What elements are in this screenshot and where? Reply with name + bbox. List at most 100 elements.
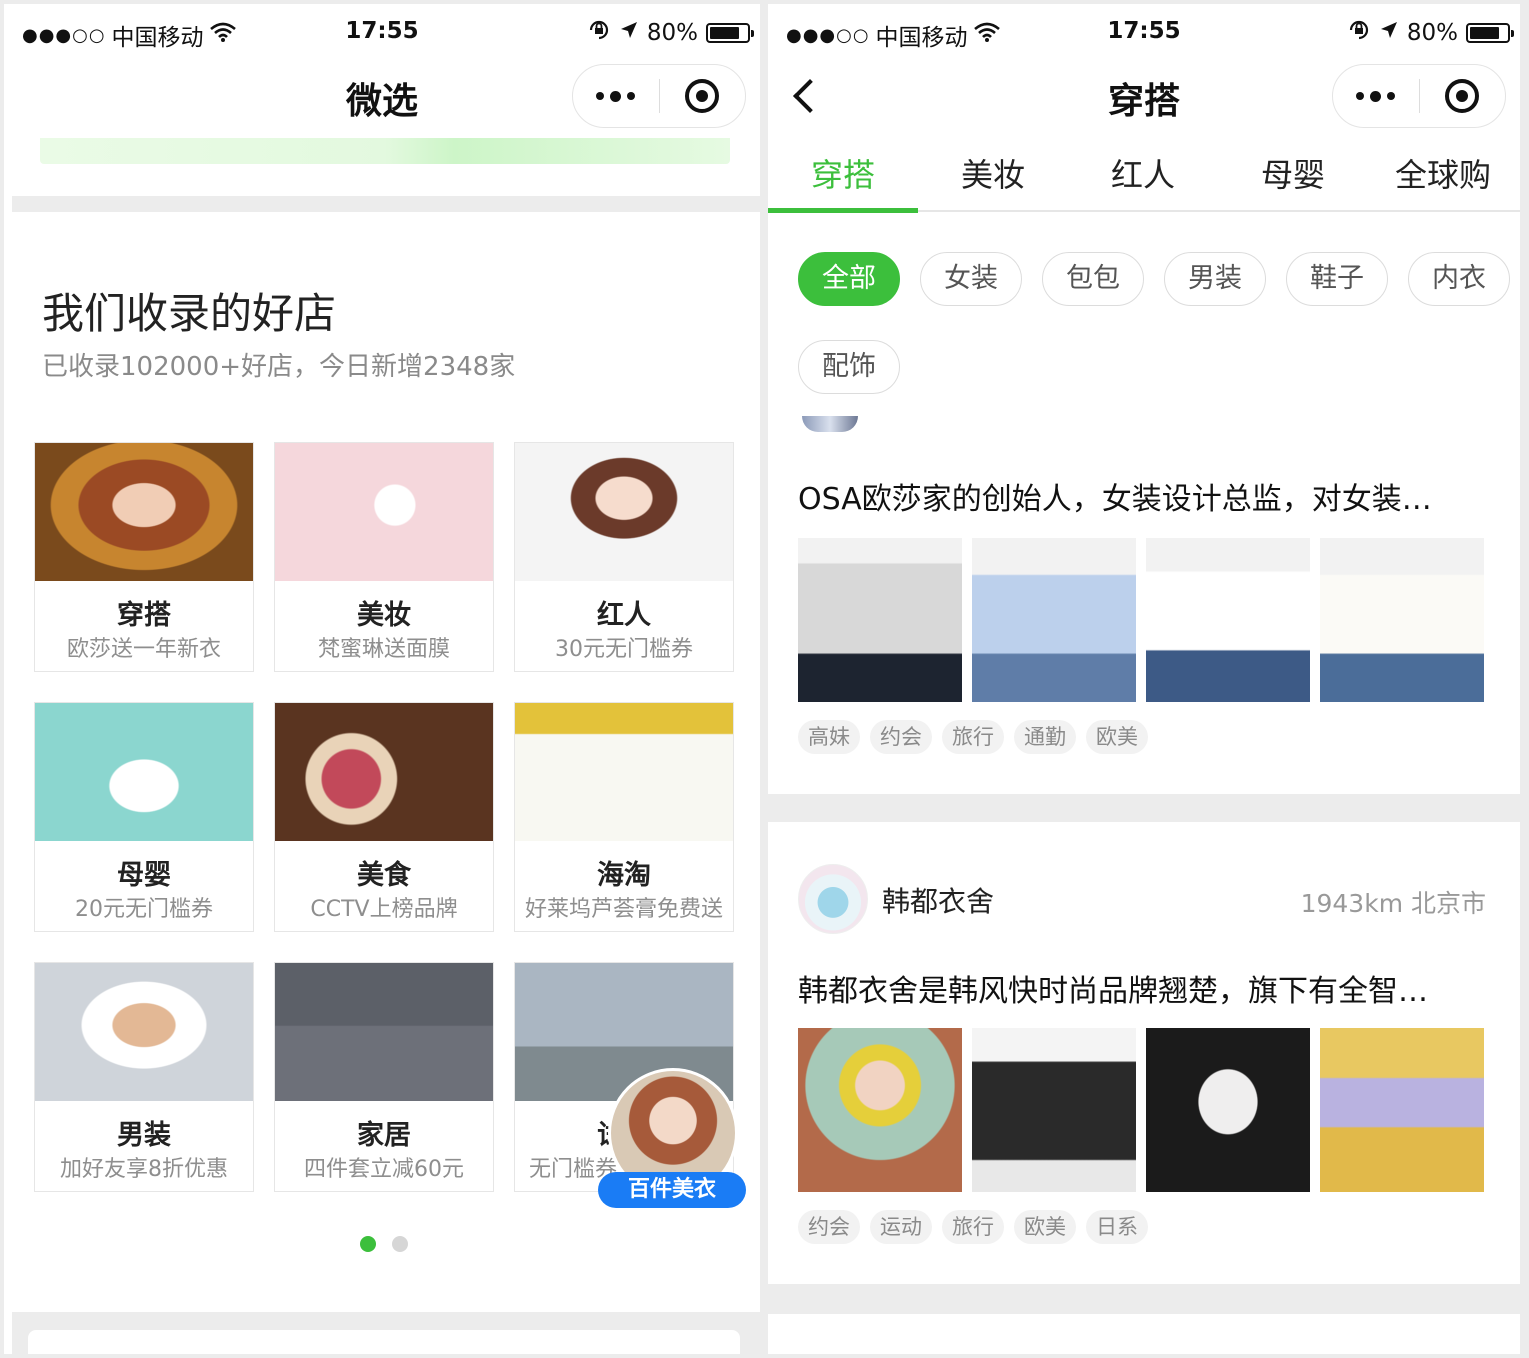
tab-muying[interactable]: 母婴	[1218, 140, 1368, 212]
product-image[interactable]	[798, 1028, 962, 1192]
post-image-row	[798, 1028, 1484, 1192]
category-title: 家居	[357, 1120, 411, 1151]
category-photo	[515, 443, 733, 581]
filter-chip-mens[interactable]: 男装	[1164, 252, 1266, 306]
pager-dot[interactable]	[392, 1236, 408, 1252]
category-card-muying[interactable]: 母婴 20元无门槛券	[34, 702, 254, 932]
pager-dot-active[interactable]	[360, 1236, 376, 1252]
product-image[interactable]	[1320, 538, 1484, 702]
close-mini-program-button[interactable]	[660, 65, 746, 127]
post-image-row	[798, 538, 1484, 702]
category-title: 海淘	[597, 860, 651, 891]
tab-hongren[interactable]: 红人	[1068, 140, 1218, 212]
location-arrow-icon	[1379, 20, 1399, 46]
tag-chip[interactable]: 旅行	[942, 1210, 1004, 1244]
target-circle-icon	[685, 79, 720, 113]
product-image[interactable]	[972, 1028, 1136, 1192]
category-photo	[35, 443, 253, 581]
status-bar: ●●●○○ 中国移动 17:55 80%	[768, 18, 1520, 52]
category-photo	[515, 703, 733, 841]
product-image[interactable]	[972, 538, 1136, 702]
more-menu-button[interactable]	[1333, 65, 1419, 127]
more-menu-button[interactable]	[573, 65, 659, 127]
category-tabs: 穿搭 美妆 红人 母婴 全球购	[768, 140, 1520, 213]
category-photo	[275, 443, 493, 581]
post-tags: 约会 运动 旅行 欧美 日系	[798, 1210, 1148, 1244]
tab-quanqiugou[interactable]: 全球购	[1368, 140, 1518, 212]
shop-distance: 1943km 北京市	[1300, 889, 1486, 918]
promo-label: 百件美衣	[598, 1172, 746, 1208]
category-card-jiaju[interactable]: 家居 四件套立减60元	[274, 962, 494, 1192]
product-image[interactable]	[798, 538, 962, 702]
tag-chip[interactable]: 约会	[798, 1210, 860, 1244]
category-subtitle: 四件套立减60元	[304, 1157, 464, 1182]
category-card-chuanda[interactable]: 穿搭 欧莎送一年新衣	[34, 442, 254, 672]
tag-chip[interactable]: 通勤	[1014, 720, 1076, 754]
post-divider	[768, 794, 1520, 822]
rotation-lock-icon	[1347, 18, 1371, 48]
mini-program-capsule	[1332, 64, 1506, 128]
mini-program-capsule	[572, 64, 746, 128]
category-photo	[35, 963, 253, 1101]
close-mini-program-button[interactable]	[1420, 65, 1506, 127]
product-image[interactable]	[1320, 1028, 1484, 1192]
category-card-haitao[interactable]: 海淘 好莱坞芦荟膏免费送	[514, 702, 734, 932]
post-description[interactable]: OSA欧莎家的创始人，女装设计总监，对女装…	[798, 474, 1432, 518]
right-screen: ●●●○○ 中国移动 17:55 80% 穿搭 穿搭 美妆 红人 母婴 全球购 …	[768, 4, 1520, 1354]
category-photo	[35, 703, 253, 841]
tab-meizhuang[interactable]: 美妆	[918, 140, 1068, 212]
more-dot-icon	[1356, 92, 1365, 100]
tag-chip[interactable]: 旅行	[942, 720, 1004, 754]
tag-chip[interactable]: 欧美	[1014, 1210, 1076, 1244]
next-section-card	[28, 1330, 740, 1354]
category-subtitle: CCTV上榜品牌	[310, 897, 458, 922]
filter-chip-all[interactable]: 全部	[798, 252, 900, 306]
category-card-hongren[interactable]: 红人 30元无门槛券	[514, 442, 734, 672]
tag-chip[interactable]: 日系	[1086, 1210, 1148, 1244]
category-subtitle: 30元无门槛券	[555, 637, 693, 662]
tag-chip[interactable]: 欧美	[1086, 720, 1148, 754]
filter-chip-bags[interactable]: 包包	[1042, 252, 1144, 306]
carousel-pager	[360, 1236, 408, 1252]
shop-avatar-partial	[798, 406, 864, 436]
tag-chip[interactable]: 约会	[870, 720, 932, 754]
category-subtitle: 20元无门槛券	[75, 897, 213, 922]
more-dot-icon	[627, 92, 636, 100]
shop-name[interactable]: 韩都衣舍	[882, 880, 994, 920]
floating-promo-badge[interactable]: 百件美衣	[598, 1068, 748, 1208]
post-description[interactable]: 韩都衣舍是韩风快时尚品牌翘楚，旗下有全智…	[798, 966, 1428, 1010]
product-image[interactable]	[1146, 1028, 1310, 1192]
category-card-meishi[interactable]: 美食 CCTV上榜品牌	[274, 702, 494, 932]
category-title: 穿搭	[117, 600, 171, 631]
category-subtitle: 加好友享8折优惠	[60, 1157, 228, 1182]
category-card-meizhuang[interactable]: 美妆 梵蜜琳送面膜	[274, 442, 494, 672]
tag-chip[interactable]: 运动	[870, 1210, 932, 1244]
post-tags: 高妹 约会 旅行 通勤 欧美	[798, 720, 1148, 754]
category-subtitle: 好莱坞芦荟膏免费送	[524, 897, 723, 922]
battery-icon	[1466, 23, 1514, 43]
filter-chip-womens[interactable]: 女装	[920, 252, 1022, 306]
product-image[interactable]	[1146, 538, 1310, 702]
banner-strip[interactable]	[40, 138, 730, 164]
nav-bar: 微选	[4, 60, 760, 132]
battery-icon	[706, 23, 754, 43]
category-title: 母婴	[117, 860, 171, 891]
post-divider	[768, 1284, 1520, 1314]
active-tab-indicator	[768, 208, 918, 213]
shop-avatar[interactable]	[798, 864, 868, 934]
status-bar: ●●●○○ 中国移动 17:55 80%	[4, 18, 760, 52]
category-card-nanzhuang[interactable]: 男装 加好友享8折优惠	[34, 962, 254, 1192]
tag-chip[interactable]: 高妹	[798, 720, 860, 754]
rotation-lock-icon	[587, 18, 611, 48]
filter-chip-underwear[interactable]: 内衣	[1408, 252, 1510, 306]
more-dot-icon	[1387, 92, 1396, 100]
category-photo	[275, 703, 493, 841]
tab-chuanda[interactable]: 穿搭	[768, 140, 918, 212]
filter-chip-shoes[interactable]: 鞋子	[1286, 252, 1388, 306]
left-screen: ●●●○○ 中国移动 17:55 80% 微选 我们收录的好店 已收录10200…	[4, 4, 760, 1354]
category-title: 美妆	[357, 600, 411, 631]
filter-chip-accessories[interactable]: 配饰	[798, 340, 900, 394]
category-photo	[275, 963, 493, 1101]
nav-bar: 穿搭	[768, 60, 1520, 132]
section-subtitle: 已收录102000+好店，今日新增2348家	[42, 352, 516, 382]
